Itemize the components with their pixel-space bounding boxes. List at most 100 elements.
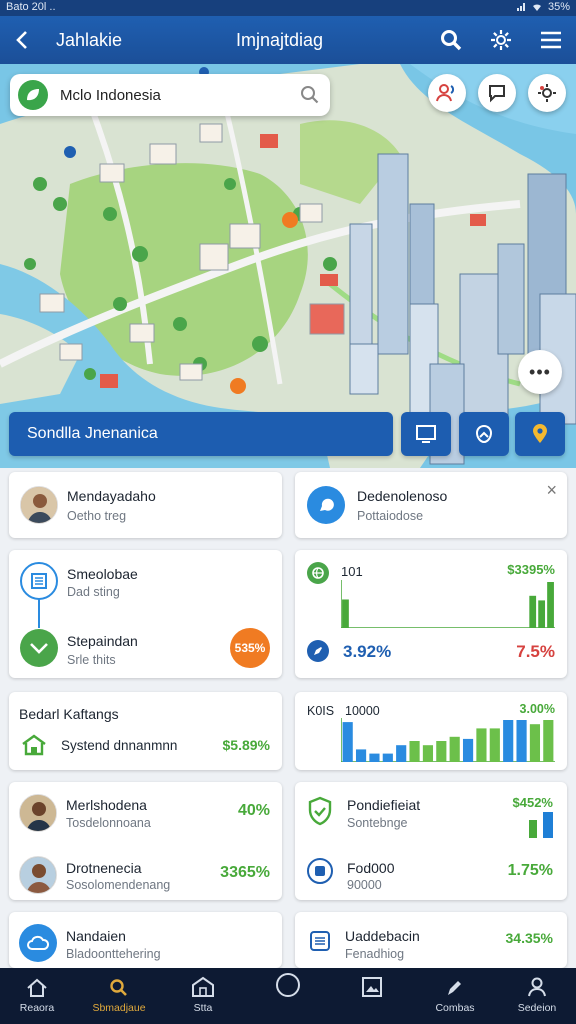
- chart-bar: [378, 624, 385, 628]
- bedarl-card[interactable]: Bedarl Kaftangs Systend dnnanmnn $5.89%: [9, 692, 282, 770]
- chart-bar: [489, 728, 500, 762]
- bedarl-row-value: $5.89%: [222, 737, 270, 753]
- bottom-right-subtitle: Fenadhiog: [345, 947, 405, 961]
- stat-one-value: $452%: [512, 795, 553, 810]
- search-bar[interactable]: [10, 74, 330, 116]
- signal-icon: [516, 3, 525, 11]
- stat-one-bar: [529, 820, 537, 838]
- app-logo: [18, 80, 48, 110]
- step-one-subtitle: Dad sting: [67, 585, 120, 599]
- layers-button[interactable]: [459, 412, 509, 456]
- user-icon: [528, 977, 546, 997]
- steps-card[interactable]: Smeolobae Dad sting Stepaindan Srle thit…: [9, 550, 282, 678]
- search-button[interactable]: [436, 26, 466, 54]
- nav-item-buildings[interactable]: Stta: [163, 968, 243, 1024]
- city-map[interactable]: [0, 64, 576, 468]
- chart-one-bars: [341, 580, 555, 628]
- users-icon: [436, 84, 455, 102]
- nav-item-home[interactable]: Reaora: [0, 968, 77, 1024]
- map-settings-button[interactable]: [528, 74, 566, 112]
- bedarl-title: Bedarl Kaftangs: [19, 706, 119, 722]
- location-pin-button[interactable]: [515, 412, 565, 456]
- chart-one-label: 101: [341, 564, 363, 579]
- tablet-view-button[interactable]: [401, 412, 451, 456]
- profile-title: Mendayadaho: [67, 488, 156, 504]
- search-icon: [441, 30, 462, 51]
- app-header: Jahlakie Imjnajtdiag: [0, 16, 576, 64]
- chart-bar: [538, 600, 546, 628]
- location-banner[interactable]: Sondlla Jnenanica: [9, 412, 393, 456]
- info-title: Dedenolenoso: [357, 488, 448, 504]
- chart-axis: [341, 580, 555, 628]
- nav-label: Combas: [435, 1002, 475, 1014]
- bottom-right-value: 34.35%: [505, 930, 553, 946]
- info-subtitle: Pottaiodose: [357, 509, 424, 523]
- chart-bar: [547, 582, 554, 628]
- cloud-icon: [27, 935, 49, 950]
- stat-two-icon-circle: [307, 858, 333, 884]
- nav-item-compose[interactable]: Combas: [415, 968, 495, 1024]
- settings-button[interactable]: [486, 26, 516, 54]
- circle-icon: [276, 973, 300, 997]
- cog-icon: [538, 84, 556, 102]
- chart-two-top-value: 3.00%: [519, 702, 555, 716]
- chart-bar: [342, 599, 349, 628]
- chart-card-one[interactable]: 101 $3395% 3.92% 7.5%: [295, 550, 567, 678]
- profile-card[interactable]: Mendayadaho Oetho treg: [9, 472, 282, 538]
- person-two-value: 3365%: [220, 864, 270, 881]
- bottom-right-card[interactable]: Uaddebacin Fenadhiog 34.35%: [295, 912, 567, 968]
- chart-bar: [543, 720, 554, 762]
- chart-one-foot-icon: [307, 640, 329, 662]
- chart-bar: [431, 624, 438, 628]
- stat-two-value: 1.75%: [507, 862, 553, 879]
- nav-item-photo[interactable]: [332, 968, 412, 1024]
- chart-bar: [396, 745, 407, 762]
- step-one-title: Smeolobae: [67, 566, 138, 582]
- bottom-left-card[interactable]: Nandaien Bladoonttehering: [9, 912, 282, 968]
- chart-card-two[interactable]: K0IS 10000 3.00%: [295, 692, 567, 770]
- map-profile-button[interactable]: [428, 74, 466, 112]
- document-icon: [310, 931, 330, 951]
- photo-icon: [362, 977, 382, 997]
- nav-item-center[interactable]: [248, 968, 328, 1024]
- search-input[interactable]: [60, 86, 290, 104]
- chevron-down-icon: [30, 643, 48, 654]
- leaf-logo-icon: [27, 89, 39, 101]
- more-options-button[interactable]: •••: [518, 350, 562, 394]
- chart-bar: [494, 624, 501, 628]
- map-chat-button[interactable]: [478, 74, 516, 112]
- chart-bar: [396, 624, 403, 628]
- bottom-right-title: Uaddebacin: [345, 928, 420, 944]
- nav-label: Reaora: [19, 1002, 55, 1014]
- person-one-subtitle: Tosdelonnoana: [66, 816, 151, 830]
- map-illustration: [0, 64, 576, 468]
- close-button[interactable]: ×: [546, 480, 557, 501]
- chart-bar: [369, 624, 376, 628]
- chart-bar: [351, 624, 358, 628]
- nav-item-search[interactable]: Sbmadjaue: [79, 968, 159, 1024]
- people-card[interactable]: Merlshodena Tosdelonnoana 40% Drotneneci…: [9, 782, 282, 900]
- status-time: Bato 20l ..: [6, 1, 56, 13]
- home-outline-icon: [22, 734, 46, 756]
- person-one-value: 40%: [237, 802, 270, 819]
- step-two-circle: [20, 629, 58, 667]
- chart-bar: [503, 624, 510, 628]
- chart-bar: [462, 738, 474, 762]
- nav-item-profile[interactable]: Sedeion: [497, 968, 576, 1024]
- back-button[interactable]: [8, 26, 36, 54]
- menu-button[interactable]: [536, 26, 566, 54]
- bottom-left-icon-circle: [19, 924, 57, 962]
- chart-bar: [382, 753, 393, 762]
- chart-bar: [476, 728, 487, 762]
- bedarl-row-label: Systend dnnanmnn: [61, 738, 178, 753]
- person-photo-icon: [21, 487, 57, 523]
- person-two-subtitle: Sosolomendenang: [66, 878, 171, 892]
- info-card[interactable]: Dedenolenoso Pottaiodose ×: [295, 472, 567, 538]
- chart-one-right-value: 7.5%: [516, 642, 555, 661]
- bottom-left-title: Nandaien: [66, 928, 126, 944]
- stats-card[interactable]: Pondiefieiat Sontebnge $452% Fod000 9000…: [295, 782, 567, 900]
- search-icon[interactable]: [300, 85, 320, 105]
- nav-label: Sedeion: [517, 1002, 557, 1014]
- chart-bar: [422, 624, 429, 628]
- chart-bar: [467, 624, 474, 628]
